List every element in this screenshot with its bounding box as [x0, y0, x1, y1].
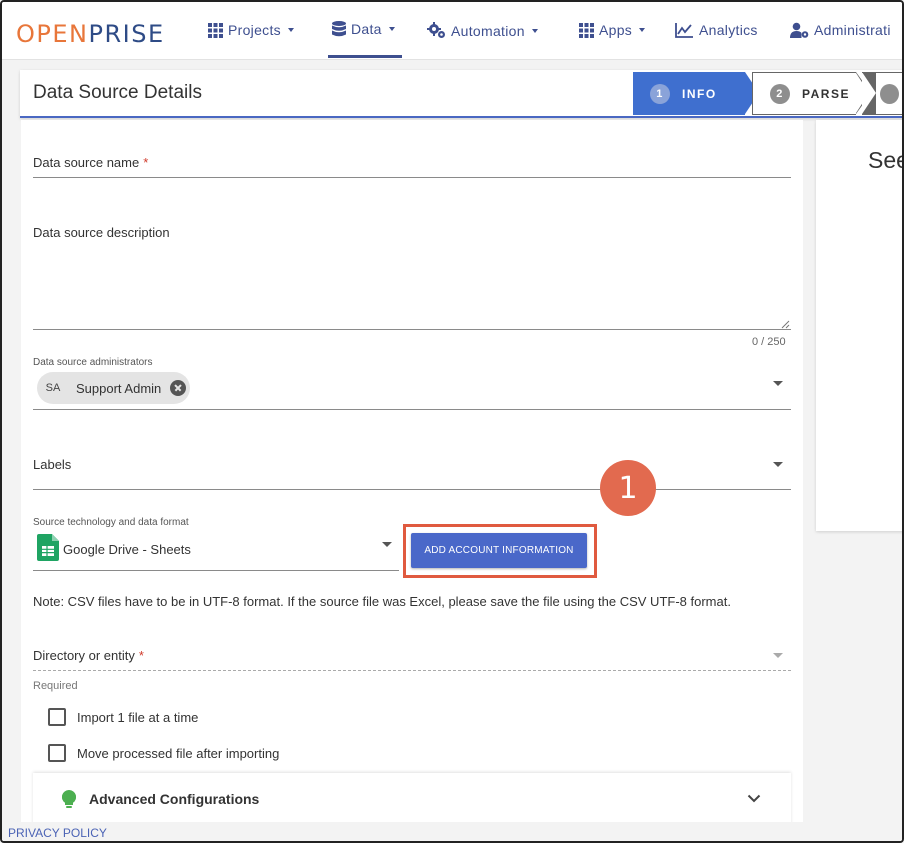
data-source-form: Data source name * Data source descriptio… — [21, 120, 803, 840]
import-one-file-checkbox[interactable] — [48, 708, 66, 726]
gears-icon — [427, 22, 445, 38]
directory-dropdown-icon[interactable] — [773, 653, 783, 658]
step-number — [880, 83, 899, 104]
google-sheets-icon — [37, 534, 59, 561]
move-processed-checkbox[interactable] — [48, 744, 66, 762]
admins-label: Data source administrators — [33, 357, 153, 368]
lightbulb-icon — [62, 790, 76, 808]
chip-name: Support Admin — [76, 380, 162, 396]
step-number: 2 — [770, 83, 790, 104]
field-label: Data source name — [33, 155, 140, 170]
chevron-down-icon[interactable] — [747, 794, 761, 803]
caret-down-icon — [388, 27, 395, 31]
database-icon — [332, 21, 346, 37]
nav-data[interactable]: Data — [332, 21, 395, 37]
nav-apps-label: Apps — [599, 22, 633, 38]
area-chart-icon — [675, 23, 693, 38]
side-panel: See — [816, 120, 902, 531]
nav-administration-label: Administrati — [814, 22, 891, 38]
nav-administration[interactable]: Administrati — [790, 22, 891, 38]
nav-automation[interactable]: Automation — [427, 22, 538, 39]
side-panel-title: See — [868, 147, 902, 173]
source-tech-underline — [33, 570, 399, 571]
logo-part-prise: PRISE — [88, 20, 165, 48]
import-one-file-label[interactable]: Import 1 file at a time — [77, 710, 198, 725]
required-mark: * — [143, 155, 149, 170]
caret-down-icon — [287, 28, 294, 32]
nav-data-label: Data — [351, 21, 382, 37]
remove-chip-icon[interactable] — [170, 380, 187, 396]
advanced-configurations-title: Advanced Configurations — [89, 791, 260, 807]
apps-grid-icon — [579, 22, 594, 38]
step-parse[interactable]: 2 PARSE — [752, 72, 871, 115]
nav-analytics[interactable]: Analytics — [675, 22, 758, 38]
resize-handle-icon[interactable] — [781, 320, 790, 329]
avatar: SA — [40, 375, 66, 401]
caret-down-icon — [639, 28, 646, 32]
utf8-note: Note: CSV files have to be in UTF-8 form… — [33, 594, 731, 609]
directory-entity-field[interactable]: Directory or entity * — [33, 648, 144, 663]
logo-part-open: OPEN — [16, 20, 89, 48]
nav-automation-label: Automation — [451, 22, 525, 39]
field-label: Directory or entity — [33, 648, 135, 663]
nav-projects[interactable]: Projects — [208, 22, 294, 38]
openprise-logo[interactable]: OPENPRISE — [16, 20, 165, 48]
admins-underline — [33, 409, 791, 410]
nav-projects-label: Projects — [228, 22, 281, 38]
caret-down-icon — [531, 28, 538, 33]
step-number: 1 — [650, 83, 670, 104]
grid-icon — [208, 22, 223, 38]
source-tech-dropdown-icon[interactable] — [382, 542, 392, 547]
admins-dropdown-icon[interactable] — [773, 381, 783, 386]
user-gear-icon — [790, 22, 809, 38]
directory-underline — [33, 670, 791, 671]
nav-apps[interactable]: Apps — [579, 22, 646, 38]
description-textarea[interactable] — [33, 329, 791, 330]
admin-chip[interactable]: SA Support Admin — [37, 372, 190, 404]
move-processed-label[interactable]: Move processed file after importing — [77, 746, 279, 761]
footer-bar — [2, 822, 902, 841]
top-nav: OPENPRISE Projects Data Automation Apps … — [2, 2, 902, 60]
description-label: Data source description — [33, 225, 170, 240]
add-account-information-button[interactable]: ADD ACCOUNT INFORMATION — [411, 533, 587, 568]
labels-select[interactable]: Labels — [33, 457, 71, 472]
annotation-badge: 1 — [600, 460, 656, 516]
char-counter: 0 / 250 — [752, 336, 786, 348]
nav-active-indicator — [328, 55, 402, 58]
nav-analytics-label: Analytics — [699, 22, 758, 38]
step-label: INFO — [682, 86, 717, 101]
step-label: PARSE — [802, 86, 850, 101]
labels-underline — [33, 489, 791, 490]
data-source-name-field[interactable]: Data source name * — [33, 155, 148, 170]
source-tech-select[interactable]: Google Drive - Sheets — [63, 542, 191, 557]
required-mark: * — [138, 648, 144, 663]
directory-hint: Required — [33, 680, 78, 692]
step-info[interactable]: 1 INFO — [633, 72, 759, 115]
page-title: Data Source Details — [33, 82, 202, 103]
source-tech-label: Source technology and data format — [33, 517, 189, 528]
name-underline — [33, 177, 791, 178]
privacy-policy-link[interactable]: PRIVACY POLICY — [8, 826, 107, 840]
app-window: OPENPRISE Projects Data Automation Apps … — [0, 0, 904, 843]
labels-dropdown-icon[interactable] — [773, 462, 783, 467]
